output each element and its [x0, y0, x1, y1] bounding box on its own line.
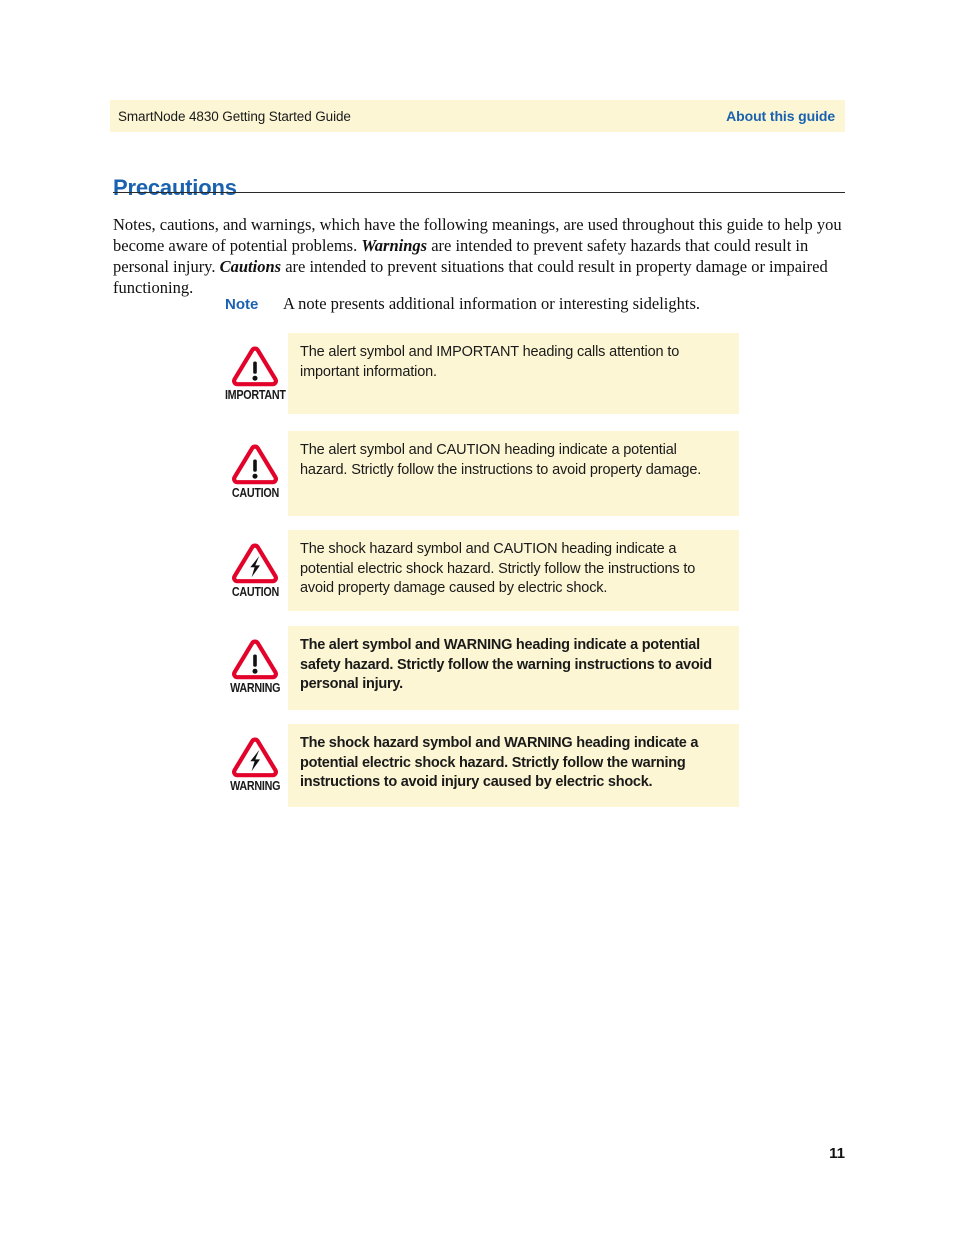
callout-icon-group: WARNING	[222, 724, 288, 793]
callout-icon-group: CAUTION	[222, 431, 288, 500]
shock-hazard-triangle-icon	[232, 543, 278, 584]
title-divider	[113, 192, 845, 193]
note-block: Note A note presents additional informat…	[225, 294, 700, 314]
callout-text: The alert symbol and WARNING heading ind…	[288, 626, 739, 710]
callout-icon-label: WARNING	[229, 779, 281, 793]
intro-emphasis-warnings: Warnings	[361, 235, 428, 255]
callout-caution-alert: CAUTION The alert symbol and CAUTION hea…	[222, 431, 739, 516]
alert-triangle-exclamation-icon	[232, 346, 278, 387]
page-title: Precautions	[113, 174, 237, 200]
callout-icon-label: CAUTION	[231, 585, 279, 599]
running-header: SmartNode 4830 Getting Started Guide Abo…	[110, 100, 845, 132]
callout-text: The alert symbol and CAUTION heading ind…	[288, 431, 739, 516]
alert-triangle-exclamation-icon	[232, 639, 278, 680]
shock-hazard-triangle-icon	[232, 737, 278, 778]
page-number: 11	[829, 1145, 845, 1162]
callout-icon-label: WARNING	[229, 681, 281, 695]
callout-important: IMPORTANT The alert symbol and IMPORTANT…	[222, 333, 739, 414]
callout-icon-group: CAUTION	[222, 530, 288, 599]
intro-emphasis-cautions: Cautions	[219, 256, 282, 276]
alert-triangle-exclamation-icon	[232, 444, 278, 485]
callout-icon-label: CAUTION	[231, 486, 279, 500]
note-text: A note presents additional information o…	[283, 294, 701, 313]
callout-warning-shock: WARNING The shock hazard symbol and WARN…	[222, 724, 739, 807]
callout-caution-shock: CAUTION The shock hazard symbol and CAUT…	[222, 530, 739, 611]
header-chapter-title: About this guide	[726, 108, 835, 124]
note-label: Note	[225, 296, 259, 313]
callout-warning-alert: WARNING The alert symbol and WARNING hea…	[222, 626, 739, 710]
callout-text: The alert symbol and IMPORTANT heading c…	[288, 333, 739, 414]
callout-icon-group: IMPORTANT	[222, 333, 288, 402]
callout-text: The shock hazard symbol and WARNING head…	[288, 724, 739, 807]
callout-text: The shock hazard symbol and CAUTION head…	[288, 530, 739, 611]
callout-icon-group: WARNING	[222, 626, 288, 695]
header-document-title: SmartNode 4830 Getting Started Guide	[118, 108, 351, 124]
callout-icon-label: IMPORTANT	[224, 388, 286, 402]
intro-paragraph: Notes, cautions, and warnings, which hav…	[113, 214, 853, 298]
